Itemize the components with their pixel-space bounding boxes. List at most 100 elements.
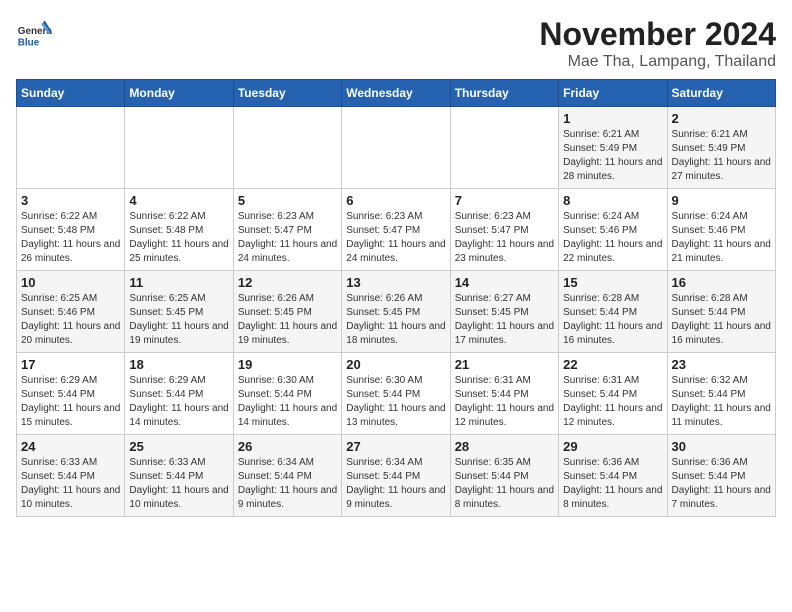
- calendar-cell: 6 Sunrise: 6:23 AM Sunset: 5:47 PM Daylig…: [342, 189, 450, 271]
- calendar-cell: 2 Sunrise: 6:21 AM Sunset: 5:49 PM Daylig…: [667, 107, 775, 189]
- day-number: 18: [129, 357, 228, 372]
- day-number: 14: [455, 275, 554, 290]
- day-number: 5: [238, 193, 337, 208]
- day-info: Sunrise: 6:23 AM Sunset: 5:47 PM Dayligh…: [455, 210, 554, 266]
- logo-icon: General Blue: [16, 16, 52, 52]
- day-info: Sunrise: 6:30 AM Sunset: 5:44 PM Dayligh…: [238, 374, 337, 430]
- day-number: 24: [21, 439, 120, 454]
- calendar-cell: 10Sunrise: 6:25 AM Sunset: 5:46 PM Dayli…: [17, 271, 125, 353]
- calendar-week-1: 1 Sunrise: 6:21 AM Sunset: 5:49 PM Daylig…: [17, 107, 776, 189]
- day-info: Sunrise: 6:34 AM Sunset: 5:44 PM Dayligh…: [346, 456, 445, 512]
- calendar-week-4: 17 Sunrise: 6:29 AM Sunset: 5:44 PM Dayli…: [17, 353, 776, 435]
- title-area: November 2024 Mae Tha, Lampang, Thailand: [539, 16, 776, 71]
- calendar-week-3: 10Sunrise: 6:25 AM Sunset: 5:46 PM Dayli…: [17, 271, 776, 353]
- day-info: Sunrise: 6:29 AM Sunset: 5:44 PM Dayligh…: [21, 374, 120, 430]
- day-info: Sunrise: 6:34 AM Sunset: 5:44 PM Dayligh…: [238, 456, 337, 512]
- calendar-table: SundayMondayTuesdayWednesdayThursdayFrid…: [16, 79, 776, 517]
- calendar-cell: 29 Sunrise: 6:36 AM Sunset: 5:44 PM Dayli…: [559, 435, 667, 517]
- calendar-cell: 20 Sunrise: 6:30 AM Sunset: 5:44 PM Dayli…: [342, 353, 450, 435]
- day-number: 16: [672, 275, 771, 290]
- calendar-cell: 30 Sunrise: 6:36 AM Sunset: 5:44 PM Dayli…: [667, 435, 775, 517]
- day-number: 22: [563, 357, 662, 372]
- day-number: 6: [346, 193, 445, 208]
- day-number: 19: [238, 357, 337, 372]
- day-info: Sunrise: 6:24 AM Sunset: 5:46 PM Dayligh…: [672, 210, 771, 266]
- day-number: 12: [238, 275, 337, 290]
- day-info: Sunrise: 6:25 AM Sunset: 5:45 PM Dayligh…: [129, 292, 228, 348]
- weekday-header-saturday: Saturday: [667, 80, 775, 107]
- calendar-cell: 5 Sunrise: 6:23 AM Sunset: 5:47 PM Daylig…: [233, 189, 341, 271]
- day-number: 17: [21, 357, 120, 372]
- day-number: 25: [129, 439, 228, 454]
- calendar-cell: 13 Sunrise: 6:26 AM Sunset: 5:45 PM Dayli…: [342, 271, 450, 353]
- day-number: 26: [238, 439, 337, 454]
- day-info: Sunrise: 6:26 AM Sunset: 5:45 PM Dayligh…: [238, 292, 337, 348]
- calendar-header: SundayMondayTuesdayWednesdayThursdayFrid…: [17, 80, 776, 107]
- calendar-cell: 22 Sunrise: 6:31 AM Sunset: 5:44 PM Dayli…: [559, 353, 667, 435]
- calendar-cell: 27 Sunrise: 6:34 AM Sunset: 5:44 PM Dayli…: [342, 435, 450, 517]
- calendar-cell: 14Sunrise: 6:27 AM Sunset: 5:45 PM Dayli…: [450, 271, 558, 353]
- day-number: 23: [672, 357, 771, 372]
- calendar-cell: [342, 107, 450, 189]
- logo: General Blue: [16, 16, 52, 52]
- day-info: Sunrise: 6:23 AM Sunset: 5:47 PM Dayligh…: [346, 210, 445, 266]
- day-number: 10: [21, 275, 120, 290]
- calendar-cell: 17 Sunrise: 6:29 AM Sunset: 5:44 PM Dayli…: [17, 353, 125, 435]
- day-info: Sunrise: 6:35 AM Sunset: 5:44 PM Dayligh…: [455, 456, 554, 512]
- day-number: 28: [455, 439, 554, 454]
- day-number: 29: [563, 439, 662, 454]
- calendar-cell: 7 Sunrise: 6:23 AM Sunset: 5:47 PM Daylig…: [450, 189, 558, 271]
- calendar-cell: 1 Sunrise: 6:21 AM Sunset: 5:49 PM Daylig…: [559, 107, 667, 189]
- calendar-cell: 16Sunrise: 6:28 AM Sunset: 5:44 PM Dayli…: [667, 271, 775, 353]
- weekday-header-wednesday: Wednesday: [342, 80, 450, 107]
- header: General Blue November 2024 Mae Tha, Lamp…: [16, 16, 776, 71]
- calendar-cell: 21Sunrise: 6:31 AM Sunset: 5:44 PM Dayli…: [450, 353, 558, 435]
- day-info: Sunrise: 6:24 AM Sunset: 5:46 PM Dayligh…: [563, 210, 662, 266]
- day-info: Sunrise: 6:36 AM Sunset: 5:44 PM Dayligh…: [672, 456, 771, 512]
- month-title: November 2024: [539, 16, 776, 53]
- day-info: Sunrise: 6:32 AM Sunset: 5:44 PM Dayligh…: [672, 374, 771, 430]
- day-info: Sunrise: 6:21 AM Sunset: 5:49 PM Dayligh…: [672, 128, 771, 184]
- calendar-cell: 12 Sunrise: 6:26 AM Sunset: 5:45 PM Dayli…: [233, 271, 341, 353]
- day-info: Sunrise: 6:30 AM Sunset: 5:44 PM Dayligh…: [346, 374, 445, 430]
- day-number: 27: [346, 439, 445, 454]
- day-number: 11: [129, 275, 228, 290]
- calendar-cell: 24 Sunrise: 6:33 AM Sunset: 5:44 PM Dayli…: [17, 435, 125, 517]
- calendar-body: 1 Sunrise: 6:21 AM Sunset: 5:49 PM Daylig…: [17, 107, 776, 517]
- day-number: 9: [672, 193, 771, 208]
- day-number: 4: [129, 193, 228, 208]
- day-info: Sunrise: 6:31 AM Sunset: 5:44 PM Dayligh…: [563, 374, 662, 430]
- day-info: Sunrise: 6:29 AM Sunset: 5:44 PM Dayligh…: [129, 374, 228, 430]
- calendar-cell: 9 Sunrise: 6:24 AM Sunset: 5:46 PM Daylig…: [667, 189, 775, 271]
- calendar-cell: [450, 107, 558, 189]
- calendar-cell: 23 Sunrise: 6:32 AM Sunset: 5:44 PM Dayli…: [667, 353, 775, 435]
- day-number: 7: [455, 193, 554, 208]
- weekday-header-friday: Friday: [559, 80, 667, 107]
- calendar-cell: [125, 107, 233, 189]
- weekday-header-thursday: Thursday: [450, 80, 558, 107]
- day-number: 20: [346, 357, 445, 372]
- calendar-cell: 8 Sunrise: 6:24 AM Sunset: 5:46 PM Daylig…: [559, 189, 667, 271]
- weekday-header-tuesday: Tuesday: [233, 80, 341, 107]
- day-number: 13: [346, 275, 445, 290]
- day-number: 3: [21, 193, 120, 208]
- day-info: Sunrise: 6:36 AM Sunset: 5:44 PM Dayligh…: [563, 456, 662, 512]
- day-number: 8: [563, 193, 662, 208]
- day-info: Sunrise: 6:33 AM Sunset: 5:44 PM Dayligh…: [129, 456, 228, 512]
- day-info: Sunrise: 6:31 AM Sunset: 5:44 PM Dayligh…: [455, 374, 554, 430]
- day-number: 1: [563, 111, 662, 126]
- calendar-week-2: 3Sunrise: 6:22 AM Sunset: 5:48 PM Daylig…: [17, 189, 776, 271]
- calendar-cell: 15Sunrise: 6:28 AM Sunset: 5:44 PM Dayli…: [559, 271, 667, 353]
- calendar-cell: 18 Sunrise: 6:29 AM Sunset: 5:44 PM Dayli…: [125, 353, 233, 435]
- day-number: 30: [672, 439, 771, 454]
- day-info: Sunrise: 6:26 AM Sunset: 5:45 PM Dayligh…: [346, 292, 445, 348]
- day-info: Sunrise: 6:33 AM Sunset: 5:44 PM Dayligh…: [21, 456, 120, 512]
- day-info: Sunrise: 6:21 AM Sunset: 5:49 PM Dayligh…: [563, 128, 662, 184]
- calendar-cell: [17, 107, 125, 189]
- location-title: Mae Tha, Lampang, Thailand: [539, 53, 776, 71]
- day-info: Sunrise: 6:23 AM Sunset: 5:47 PM Dayligh…: [238, 210, 337, 266]
- day-number: 2: [672, 111, 771, 126]
- svg-text:Blue: Blue: [18, 38, 40, 49]
- calendar-cell: 19 Sunrise: 6:30 AM Sunset: 5:44 PM Dayli…: [233, 353, 341, 435]
- day-number: 15: [563, 275, 662, 290]
